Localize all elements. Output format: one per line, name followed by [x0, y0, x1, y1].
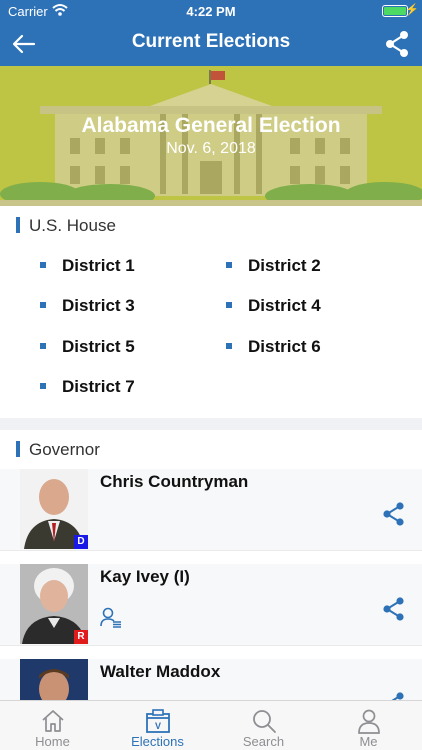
bullet-icon: [226, 262, 232, 268]
status-bar: Carrier 4:22 PM ⚡: [0, 0, 422, 22]
bullet-icon: [226, 302, 232, 308]
candidate-name: Walter Maddox: [100, 662, 221, 681]
district-label: District 6: [248, 337, 321, 356]
page-title: Current Elections: [131, 31, 291, 52]
share-icon[interactable]: [382, 501, 406, 527]
candidate-photo: R: [20, 564, 88, 644]
bullet-icon: [40, 343, 46, 349]
candidate-name: Chris Countryman: [100, 472, 249, 491]
district-label: District 3: [62, 296, 135, 315]
section-divider: [0, 418, 422, 430]
battery-icon: [382, 5, 408, 17]
top-bar: Carrier 4:22 PM ⚡ Current Elections: [0, 0, 422, 66]
tab-search[interactable]: Search: [211, 701, 316, 750]
section-accent-bar: [16, 217, 20, 233]
share-icon[interactable]: [384, 30, 410, 58]
tab-bar: Home V Elections Search Me: [0, 700, 422, 750]
election-date: Nov. 6, 2018: [166, 140, 256, 157]
app-screen: Carrier 4:22 PM ⚡ Current Elections Alab…: [0, 0, 422, 750]
nav-bar: Current Elections: [0, 22, 422, 66]
candidate-card[interactable]: D Chris Countryman: [0, 469, 422, 551]
governor-header: Governor: [0, 430, 422, 470]
ballot-letter: V: [155, 721, 161, 731]
share-icon[interactable]: [382, 596, 406, 622]
election-title: Alabama General Election: [81, 114, 341, 137]
incumbent-icon: [100, 607, 121, 628]
ballot-box-icon: V: [146, 709, 170, 733]
search-icon: [253, 710, 276, 733]
election-banner: Alabama General Election Nov. 6, 2018: [0, 66, 422, 206]
bullet-icon: [226, 343, 232, 349]
district-label: District 4: [248, 296, 321, 315]
district-label: District 1: [62, 256, 135, 275]
tab-label: Home: [35, 734, 70, 749]
us-house-header: U.S. House: [0, 206, 422, 246]
tab-me[interactable]: Me: [316, 701, 421, 750]
governor-label: Governor: [29, 440, 100, 459]
tab-label: Me: [359, 734, 378, 749]
tab-home[interactable]: Home: [0, 701, 105, 750]
person-icon: [358, 709, 380, 734]
district-label: District 5: [62, 337, 135, 356]
us-house-label: U.S. House: [29, 216, 116, 235]
tab-label: Search: [242, 734, 285, 749]
charging-icon: ⚡: [405, 4, 419, 16]
bullet-icon: [40, 383, 46, 389]
district-label: District 2: [248, 256, 321, 275]
candidate-name: Kay Ivey (I): [100, 567, 190, 586]
party-badge: D: [74, 535, 88, 549]
home-icon: [42, 710, 64, 732]
tab-label: Elections: [131, 734, 184, 749]
status-time: 4:22 PM: [186, 4, 236, 19]
section-accent-bar: [16, 441, 20, 457]
bullet-icon: [40, 262, 46, 268]
district-label: District 7: [62, 377, 135, 396]
party-badge: R: [74, 630, 88, 644]
candidate-card[interactable]: R Kay Ivey (I): [0, 564, 422, 646]
candidate-photo: D: [20, 469, 88, 549]
tab-elections[interactable]: V Elections: [105, 701, 210, 750]
bullet-icon: [40, 302, 46, 308]
